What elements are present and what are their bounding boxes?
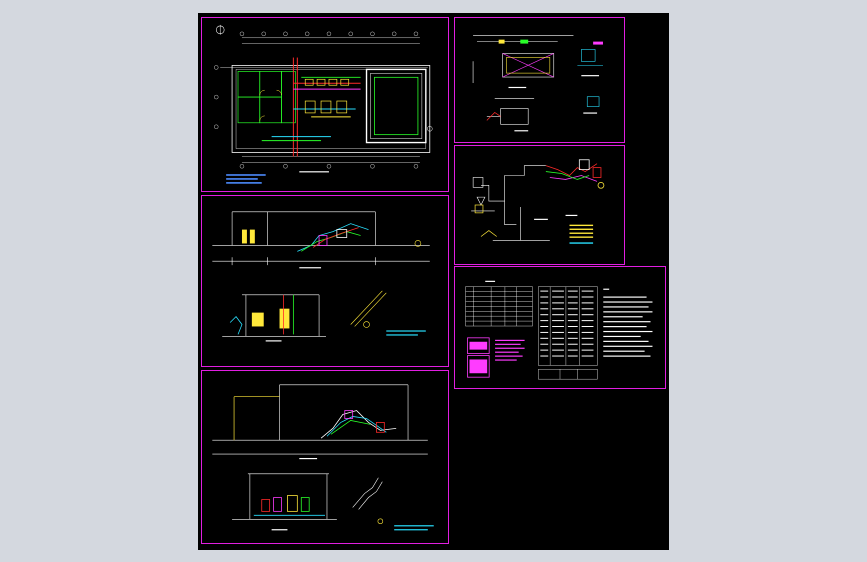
sheet-floor-plan[interactable] [201,17,449,192]
drawing-canvas[interactable] [198,13,669,550]
floor-plan-drawing [214,24,433,184]
section-b-drawing [212,384,434,531]
sheet-detail-pit[interactable] [454,17,625,143]
tables-notes-drawing [465,280,653,380]
section-a-drawing [212,211,430,342]
sheet-section-b[interactable] [201,370,449,544]
detail-pit-drawing [472,35,603,132]
process-flow-drawing [471,159,605,244]
sheet-section-a[interactable] [201,195,449,367]
sheet-tables-notes[interactable] [454,266,666,389]
sheet-process-flow[interactable] [454,145,625,265]
